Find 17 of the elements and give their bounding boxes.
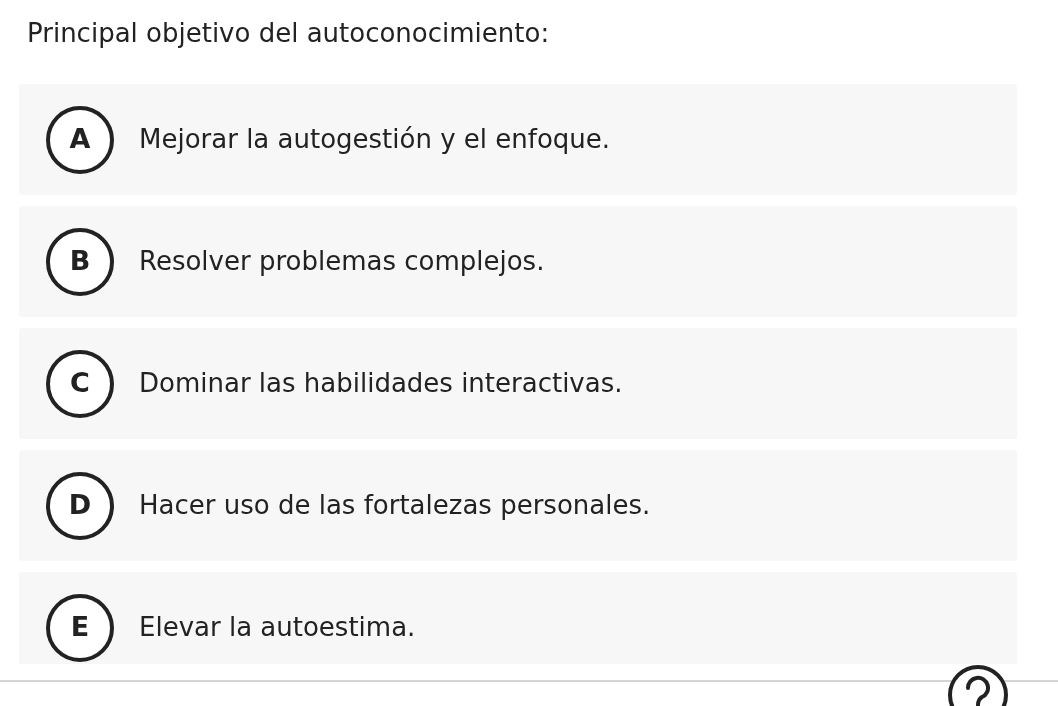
- question-text: Principal objetivo del autoconocimiento:: [27, 17, 550, 50]
- option-letter: C: [46, 349, 114, 418]
- answer-option[interactable]: D Hacer uso de las fortalezas personales.: [19, 450, 1017, 561]
- option-text: Elevar la autoestima.: [139, 611, 416, 644]
- option-letter: D: [46, 471, 114, 540]
- answer-option[interactable]: C Dominar las habilidades interactivas.: [19, 328, 1017, 439]
- option-text: Dominar las habilidades interactivas.: [139, 367, 623, 400]
- option-letter: B: [46, 227, 114, 296]
- option-text: Resolver problemas complejos.: [139, 245, 545, 278]
- option-letter: A: [46, 105, 114, 174]
- option-letter: E: [46, 593, 114, 662]
- answer-option[interactable]: E Elevar la autoestima.: [19, 572, 1017, 664]
- answer-option[interactable]: B Resolver problemas complejos.: [19, 206, 1017, 317]
- option-text: Mejorar la autogestión y el enfoque.: [139, 123, 611, 156]
- help-icon[interactable]: [947, 664, 1009, 706]
- option-text: Hacer uso de las fortalezas personales.: [139, 489, 651, 522]
- answer-option[interactable]: A Mejorar la autogestión y el enfoque.: [19, 84, 1017, 195]
